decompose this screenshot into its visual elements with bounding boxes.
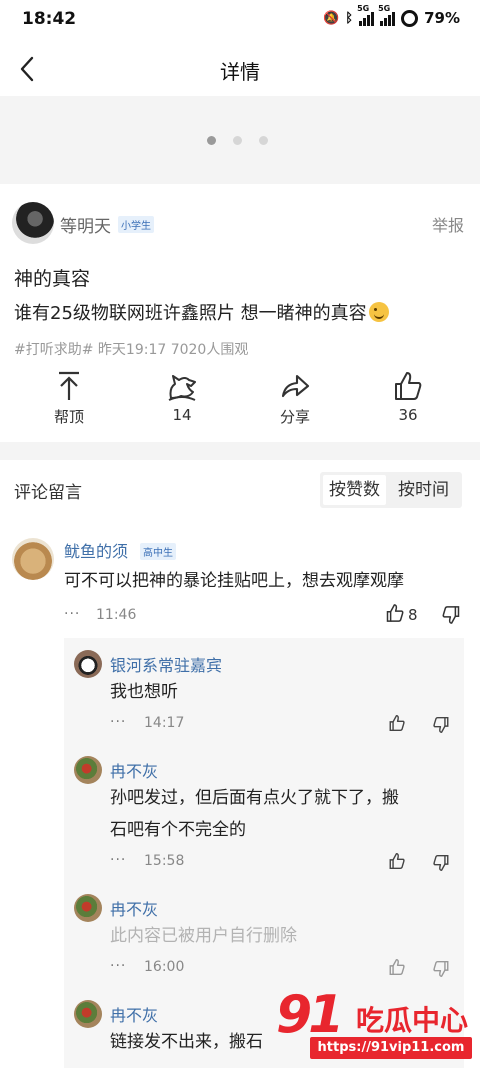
thumb-down-icon[interactable] <box>432 716 450 734</box>
bump-label: 帮顶 <box>53 408 84 426</box>
post-body-text: 谁有25级物联网班许鑫照片 想一睹神的真容 <box>14 303 367 324</box>
comments-header: 评论留言 按赞数 按时间 <box>0 460 480 518</box>
post-meta: #打听求助# 昨天19:17 7020人围观 <box>14 342 249 358</box>
reply-author[interactable]: 冉不灰 <box>110 896 158 920</box>
thumb-up-icon[interactable] <box>388 852 406 870</box>
more-options-button[interactable]: ··· <box>110 852 126 868</box>
reply: 冉不灰 此内容已被用户自行删除 ··· 16:00 <box>64 892 464 996</box>
reply-time: 15:58 <box>144 853 185 869</box>
bump-button[interactable]: 帮顶 <box>29 370 109 427</box>
level-badge: 小学生 <box>118 216 154 233</box>
comments-title: 评论留言 <box>14 483 82 503</box>
status-icons: 🔕 ᛒ 5G 5G 79% <box>323 4 460 27</box>
wink-emoji-icon <box>368 302 389 322</box>
report-button[interactable]: 举报 <box>432 212 464 236</box>
reply-text: 我也想听 <box>110 682 178 702</box>
share-label: 分享 <box>279 408 310 426</box>
reply-deleted-text: 此内容已被用户自行删除 <box>110 926 297 946</box>
reply-author[interactable]: 冉不灰 <box>110 758 158 782</box>
battery-level: 79% <box>424 9 460 27</box>
battery-icon <box>401 9 419 27</box>
reply-author[interactable]: 银河系常驻嘉宾 <box>110 652 222 676</box>
comment-time: 11:46 <box>96 607 137 623</box>
sort-toggle: 按赞数 按时间 <box>320 472 462 508</box>
reply: 银河系常驻嘉宾 我也想听 ··· 14:17 <box>64 648 464 752</box>
carousel-dots <box>207 136 268 145</box>
section-divider <box>0 442 480 460</box>
reply-text-line: 石吧有个不完全的 <box>110 820 246 840</box>
image-carousel[interactable] <box>0 96 480 184</box>
comment-author[interactable]: 鱿鱼的须 <box>64 538 128 562</box>
thumb-up-icon[interactable] <box>388 714 406 732</box>
avatar[interactable] <box>12 538 54 580</box>
avatar[interactable] <box>74 650 102 678</box>
bluetooth-icon: ᛒ <box>345 10 354 26</box>
status-time: 18:42 <box>22 9 77 29</box>
carousel-dot[interactable] <box>259 136 268 145</box>
thumb-up-icon <box>395 372 422 400</box>
carousel-dot[interactable] <box>207 136 216 145</box>
thumb-down-icon[interactable] <box>432 960 450 978</box>
post-author-name[interactable]: 等明天 <box>60 212 111 237</box>
horse-icon <box>168 375 196 401</box>
more-options-button[interactable]: ··· <box>110 714 126 730</box>
post-title: 神的真容 <box>14 268 91 290</box>
reply-text-line: 孙吧发过，但后面有点火了就下了，搬 <box>110 788 399 808</box>
comment: 鱿鱼的须 高中生 可不可以把神的暴论挂贴吧上，想去观摩观摩 ··· 11:46 … <box>0 530 480 630</box>
reply-time: 14:17 <box>144 715 185 731</box>
comment-text: 可不可以把神的暴论挂贴吧上，想去观摩观摩 <box>64 571 404 591</box>
site-watermark: 91 吃瓜中心 https://91vip11.com <box>270 985 476 1061</box>
post-body: 谁有25级物联网班许鑫照片 想一睹神的真容 <box>14 299 389 325</box>
like-button[interactable]: 36 <box>368 370 448 424</box>
more-options-button[interactable]: ··· <box>110 958 126 974</box>
reply: 冉不灰 孙吧发过，但后面有点火了就下了，搬 石吧有个不完全的 ··· 15:58 <box>64 754 464 890</box>
thumb-down-icon[interactable] <box>441 605 461 625</box>
arrow-up-icon <box>59 371 79 400</box>
share-icon <box>281 374 310 398</box>
reply-author[interactable]: 冉不灰 <box>110 1002 158 1026</box>
thumb-up-icon[interactable] <box>385 603 405 623</box>
sort-by-likes[interactable]: 按赞数 <box>323 475 386 505</box>
more-options-button[interactable]: ··· <box>64 606 80 622</box>
nav-bar: 详情 <box>0 42 480 96</box>
avatar[interactable] <box>74 1000 102 1028</box>
reply-time: 16:00 <box>144 959 185 975</box>
thumb-down-icon[interactable] <box>432 854 450 872</box>
watermark-url: https://91vip11.com <box>310 1037 472 1059</box>
level-badge: 高中生 <box>140 543 176 560</box>
signal-icon: 5G <box>378 4 396 26</box>
sort-by-time[interactable]: 按时间 <box>392 475 455 505</box>
post: 等明天 小学生 举报 神的真容 谁有25级物联网班许鑫照片 想一睹神的真容 #打… <box>0 184 480 442</box>
avatar[interactable] <box>74 756 102 784</box>
reward-count: 14 <box>172 406 192 424</box>
watermark-logo-digits: 91 <box>276 985 344 1045</box>
watermark-logo-text: 吃瓜中心 <box>356 1004 469 1037</box>
page-title: 详情 <box>220 60 260 84</box>
like-count: 36 <box>398 406 418 424</box>
carousel-dot[interactable] <box>233 136 242 145</box>
post-author-row: 等明天 小学生 举报 <box>12 202 468 246</box>
avatar[interactable] <box>74 894 102 922</box>
signal-icon: 5G <box>357 4 375 26</box>
comment-like-count: 8 <box>408 606 418 624</box>
status-bar: 18:42 🔕 ᛒ 5G 5G 79% <box>0 0 480 42</box>
reward-button[interactable]: 14 <box>142 370 222 424</box>
mute-icon: 🔕 <box>323 10 340 26</box>
post-actions: 帮顶 14 分享 36 <box>0 370 480 430</box>
thumb-up-icon[interactable] <box>388 958 406 976</box>
avatar[interactable] <box>12 202 54 244</box>
share-button[interactable]: 分享 <box>255 370 335 427</box>
